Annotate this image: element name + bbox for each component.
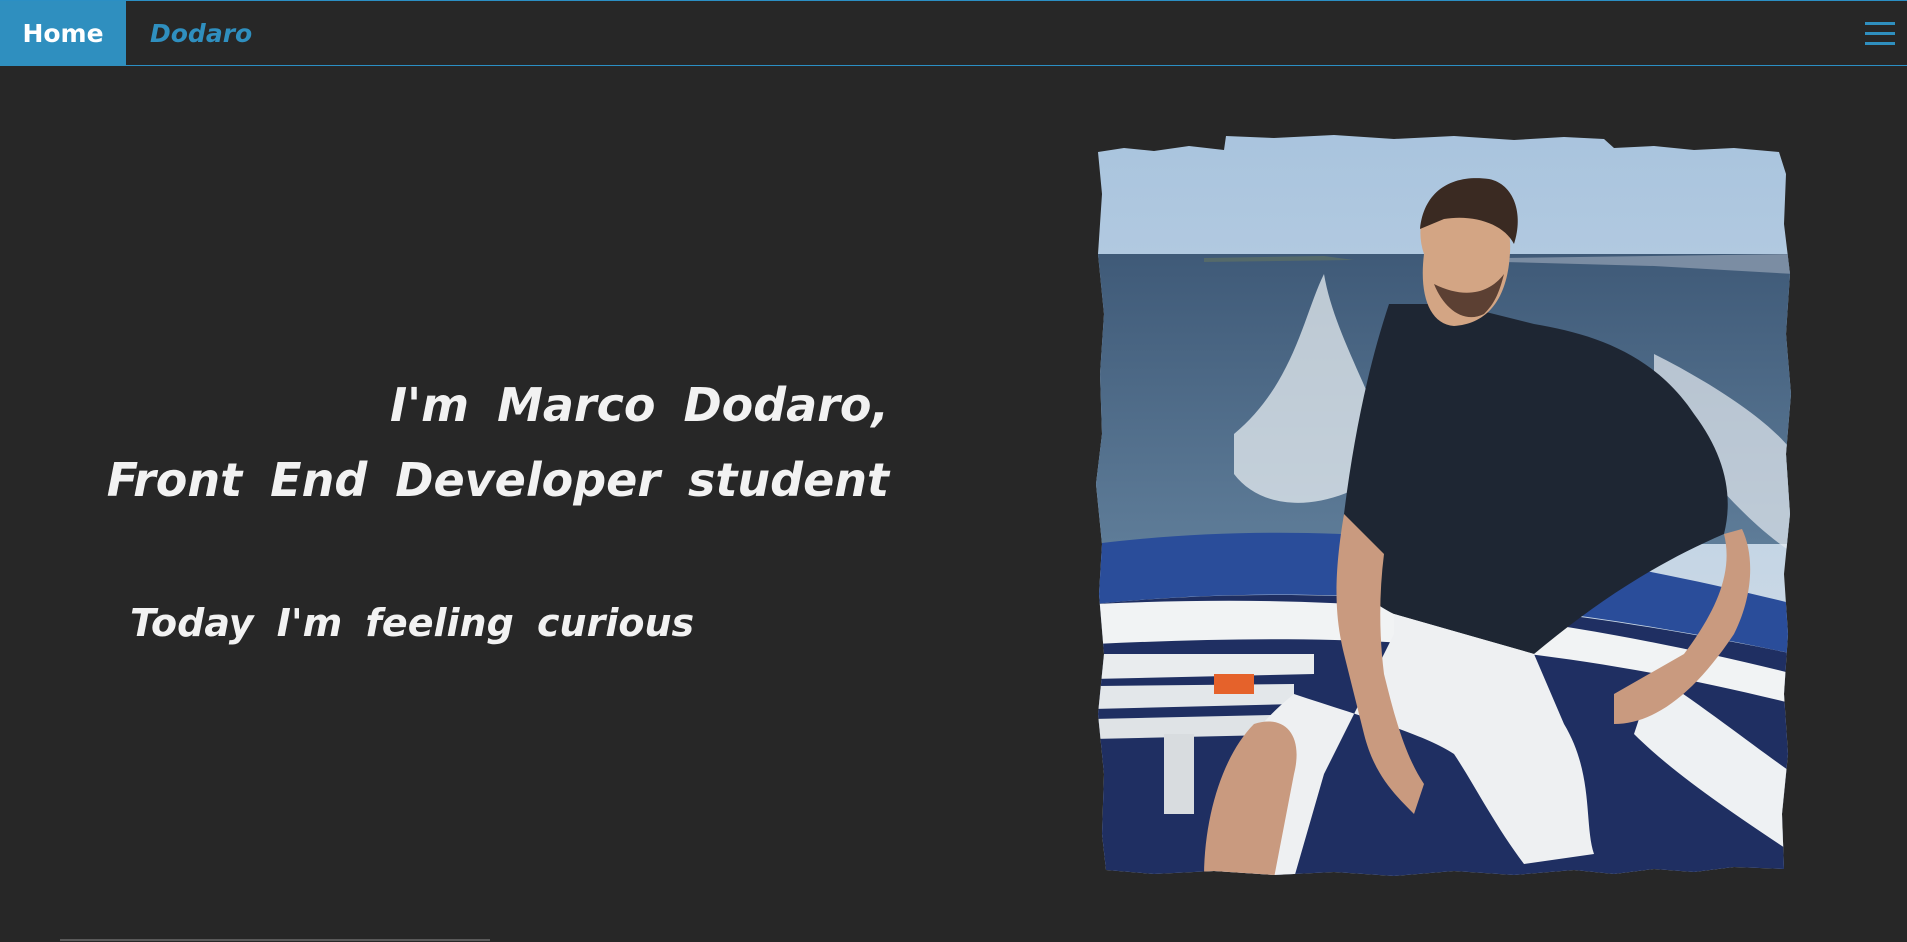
bottom-divider bbox=[60, 939, 490, 941]
hamburger-icon[interactable] bbox=[1865, 19, 1895, 49]
profile-photo bbox=[1094, 134, 1794, 878]
brand-link[interactable]: Dodaro bbox=[150, 1, 252, 66]
hero-intro-line: I'm Marco Dodaro, bbox=[389, 378, 889, 432]
home-nav-link[interactable]: Home bbox=[0, 1, 126, 66]
top-navbar: Home Dodaro bbox=[0, 0, 1907, 66]
mood-text: Today I'm feeling curious bbox=[130, 601, 695, 645]
hero-role-line: Front End Developer student bbox=[106, 453, 889, 507]
